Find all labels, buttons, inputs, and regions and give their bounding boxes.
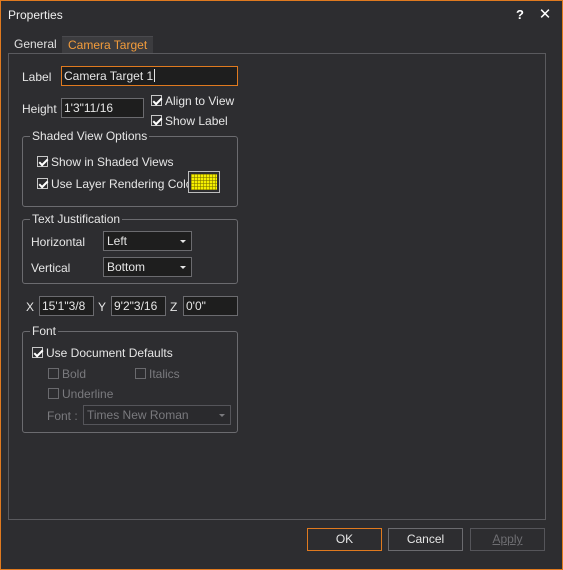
- checkbox-icon: [48, 368, 59, 379]
- checkbox-icon: [32, 347, 43, 358]
- vertical-select[interactable]: Bottom: [103, 257, 192, 277]
- height-input[interactable]: 1'3"11/16: [61, 98, 144, 118]
- bold-label: Bold: [62, 367, 87, 381]
- checkbox-icon: [151, 95, 162, 106]
- window-title: Properties: [8, 8, 63, 22]
- use-layer-color-checkbox[interactable]: Use Layer Rendering Color: [37, 177, 196, 191]
- underline-checkbox[interactable]: Underline: [48, 387, 113, 401]
- tab-panel: [8, 53, 546, 520]
- checkbox-icon: [48, 388, 59, 399]
- y-label: Y: [98, 300, 107, 314]
- color-swatch-button[interactable]: [188, 171, 220, 193]
- ok-button[interactable]: OK: [307, 528, 382, 551]
- shaded-view-title: Shaded View Options: [30, 129, 150, 143]
- horizontal-label: Horizontal: [31, 235, 86, 249]
- height-field-label: Height: [22, 102, 57, 116]
- properties-dialog: Properties ? ✕ General Camera Target Lab…: [0, 0, 563, 570]
- text-caret: [154, 69, 156, 82]
- show-label-checkbox[interactable]: Show Label: [151, 114, 228, 128]
- show-in-shaded-label: Show in Shaded Views: [51, 155, 174, 169]
- tab-general[interactable]: General: [8, 36, 63, 54]
- font-label: Font :: [47, 409, 78, 423]
- label-field-label: Label: [22, 70, 52, 84]
- y-input[interactable]: 9'2"3/16: [111, 296, 166, 316]
- checkbox-icon: [37, 156, 48, 167]
- show-in-shaded-checkbox[interactable]: Show in Shaded Views: [37, 155, 174, 169]
- use-layer-color-label: Use Layer Rendering Color: [51, 177, 197, 191]
- color-swatch: [191, 174, 217, 190]
- label-input[interactable]: Camera Target 1: [61, 66, 238, 86]
- title-bar[interactable]: Properties ? ✕: [1, 1, 562, 29]
- use-document-defaults-checkbox[interactable]: Use Document Defaults: [32, 346, 173, 360]
- vertical-label: Vertical: [31, 261, 71, 275]
- close-icon[interactable]: ✕: [534, 5, 556, 25]
- cancel-button[interactable]: Cancel: [388, 528, 463, 551]
- text-justification-title: Text Justification: [30, 212, 123, 226]
- bold-checkbox[interactable]: Bold: [48, 367, 86, 381]
- show-label-label: Show Label: [165, 114, 228, 128]
- help-icon[interactable]: ?: [509, 5, 531, 25]
- horizontal-value: Left: [107, 234, 128, 248]
- checkbox-icon: [151, 115, 162, 126]
- font-group-title: Font: [30, 324, 59, 338]
- chevron-down-icon: [180, 240, 186, 243]
- chevron-down-icon: [180, 266, 186, 269]
- chevron-down-icon: [219, 414, 225, 417]
- underline-label: Underline: [62, 387, 114, 401]
- italics-checkbox[interactable]: Italics: [135, 367, 180, 381]
- use-document-defaults-label: Use Document Defaults: [46, 346, 173, 360]
- z-label: Z: [170, 300, 178, 314]
- checkbox-icon: [37, 178, 48, 189]
- checkbox-icon: [135, 368, 146, 379]
- x-label: X: [26, 300, 35, 314]
- vertical-value: Bottom: [107, 260, 146, 274]
- z-input[interactable]: 0'0": [183, 296, 238, 316]
- italics-label: Italics: [149, 367, 180, 381]
- align-to-view-label: Align to View: [165, 94, 235, 108]
- x-input[interactable]: 15'1"3/8: [39, 296, 94, 316]
- tab-camera-target[interactable]: Camera Target: [62, 36, 154, 54]
- font-select[interactable]: Times New Roman: [83, 405, 231, 425]
- label-input-value: Camera Target 1: [64, 69, 154, 83]
- font-value: Times New Roman: [87, 408, 189, 422]
- align-to-view-checkbox[interactable]: Align to View: [151, 94, 234, 108]
- horizontal-select[interactable]: Left: [103, 231, 192, 251]
- apply-button[interactable]: Apply: [470, 528, 545, 551]
